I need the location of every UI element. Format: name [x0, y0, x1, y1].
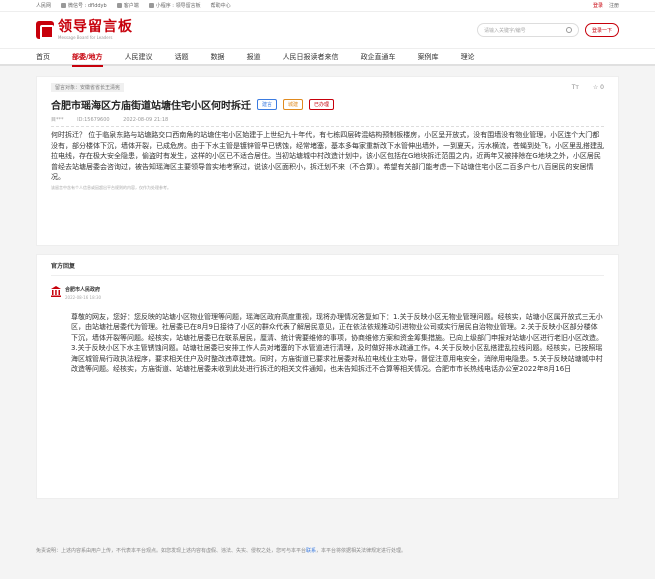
- login-link[interactable]: 登录: [593, 2, 603, 9]
- reply-card: 官方回复 合肥市人民政府 2022-08-16 18:30 尊敬的网友，您好：您…: [36, 254, 619, 499]
- nav-item-enterprise[interactable]: 政企直通车: [361, 49, 396, 65]
- phone-icon: [116, 3, 122, 8]
- login-button[interactable]: 登录一下: [584, 23, 619, 37]
- nav-item-data[interactable]: 数据: [211, 49, 225, 65]
- miniapp-icon: [148, 3, 154, 8]
- author: 目***: [51, 117, 64, 123]
- reply-dept: 合肥市人民政府 2022-08-16 18:30: [51, 286, 604, 300]
- client-item[interactable]: 客户端: [116, 2, 139, 9]
- nav-item-reports[interactable]: 报道: [247, 49, 261, 65]
- wechat-icon: [61, 3, 67, 8]
- nav-item-theory[interactable]: 理论: [461, 49, 475, 65]
- wechat-item[interactable]: 微信号 : dflddyb: [61, 2, 107, 9]
- contact-link[interactable]: 联系: [306, 548, 316, 554]
- message-title: 合肥市瑶海区方庙街道站塘住宅小区何时拆迁: [51, 101, 251, 112]
- message-card: 留言对象：安徽省省长王清宪 Tт ☆ 0 合肥市瑶海区方庙街道站塘住宅小区何时拆…: [36, 76, 619, 246]
- title-row: 合肥市瑶海区方庙街道站塘住宅小区何时拆迁 建言 城建 已办理: [51, 97, 604, 112]
- site-link[interactable]: 人民网: [36, 2, 51, 9]
- message-time: 2022-08-09 21:18: [123, 117, 169, 123]
- search-icon[interactable]: [565, 27, 572, 33]
- search-input[interactable]: 请输入关键字/编号: [476, 23, 579, 37]
- logo-icon: [36, 21, 54, 39]
- message-object-tag[interactable]: 留言对象：安徽省省长王清宪: [51, 83, 125, 92]
- nav-item-topics[interactable]: 话题: [175, 49, 189, 65]
- nav-item-departments[interactable]: 部委/地方: [72, 49, 103, 67]
- nav-item-cases[interactable]: 案例库: [418, 49, 439, 65]
- government-icon: [51, 286, 61, 297]
- miniapp-label: 小程序 : 领导留言板: [155, 3, 201, 9]
- wechat-label: 微信号 : dflddyb: [68, 3, 107, 9]
- logo-title: 领导留言板: [58, 19, 133, 35]
- logo[interactable]: 领导留言板 Message Board for Leaders: [36, 20, 133, 40]
- category-badge: 城建: [283, 99, 304, 110]
- logo-text: 领导留言板 Message Board for Leaders: [58, 19, 133, 41]
- reply-dept-info: 合肥市人民政府 2022-08-16 18:30: [65, 286, 101, 300]
- message-tools: Tт ☆ 0: [558, 84, 604, 91]
- help-link[interactable]: 帮助中心: [211, 2, 231, 9]
- footer-text: 免责说明：上述内容系由用户上传，不代表本平台观点。如您发现上述内容有虚假、违法、…: [36, 548, 307, 554]
- nav-item-letters[interactable]: 人民日报读者来信: [283, 49, 339, 65]
- logo-subtitle: Message Board for Leaders: [58, 35, 113, 40]
- footer-disclaimer: 免责说明：上述内容系由用户上传，不代表本平台观点。如您发现上述内容有虚假、违法、…: [36, 547, 406, 554]
- auth-links: 登录 注册: [593, 2, 619, 9]
- footer-tail: ，本平台将依据相关法律规定进行处理。: [316, 548, 407, 554]
- reply-body: 尊敬的网友，您好：您反映的站塘小区物业管理等问题，瑶海区政府高度重视，现将办理情…: [71, 313, 603, 374]
- message-note: 该留言中含有个人信息或因超出平台规则的内容，仅作为处理参考。: [51, 184, 171, 190]
- font-size-button[interactable]: Tт: [572, 84, 579, 91]
- type-badge: 建言: [257, 99, 278, 110]
- register-link[interactable]: 注册: [609, 2, 619, 9]
- reply-section-title: 官方回复: [51, 261, 604, 276]
- top-bar: 人民网 微信号 : dflddyb 客户端 小程序 : 领导留言板 帮助中心 登…: [0, 0, 655, 12]
- nav-item-home[interactable]: 首页: [36, 49, 50, 65]
- nav-item-suggestions[interactable]: 人民建议: [125, 49, 153, 65]
- reply-dept-name: 合肥市人民政府: [65, 287, 101, 293]
- message-content: 何时拆迁？ 位于临泉东路与站塘路交口西南角的站塘住宅小区始建于上世纪九十年代，有…: [51, 131, 604, 181]
- client-label: 客户端: [123, 3, 139, 9]
- header: 领导留言板 Message Board for Leaders 请输入关键字/编…: [0, 12, 655, 48]
- favorite-button[interactable]: ☆ 0: [593, 84, 604, 91]
- main-nav: 首页 部委/地方 人民建议 话题 数据 报道 人民日报读者来信 政企直通车 案例…: [0, 48, 655, 67]
- reply-time: 2022-08-16 18:30: [65, 295, 102, 300]
- status-badge: 已办理: [309, 99, 335, 110]
- message-id: ID:15679600: [77, 117, 110, 123]
- search-placeholder: 请输入关键字/编号: [483, 27, 526, 34]
- miniapp-item[interactable]: 小程序 : 领导留言板: [148, 2, 201, 9]
- message-meta: 目*** ID:15679600 2022-08-09 21:18: [51, 116, 604, 127]
